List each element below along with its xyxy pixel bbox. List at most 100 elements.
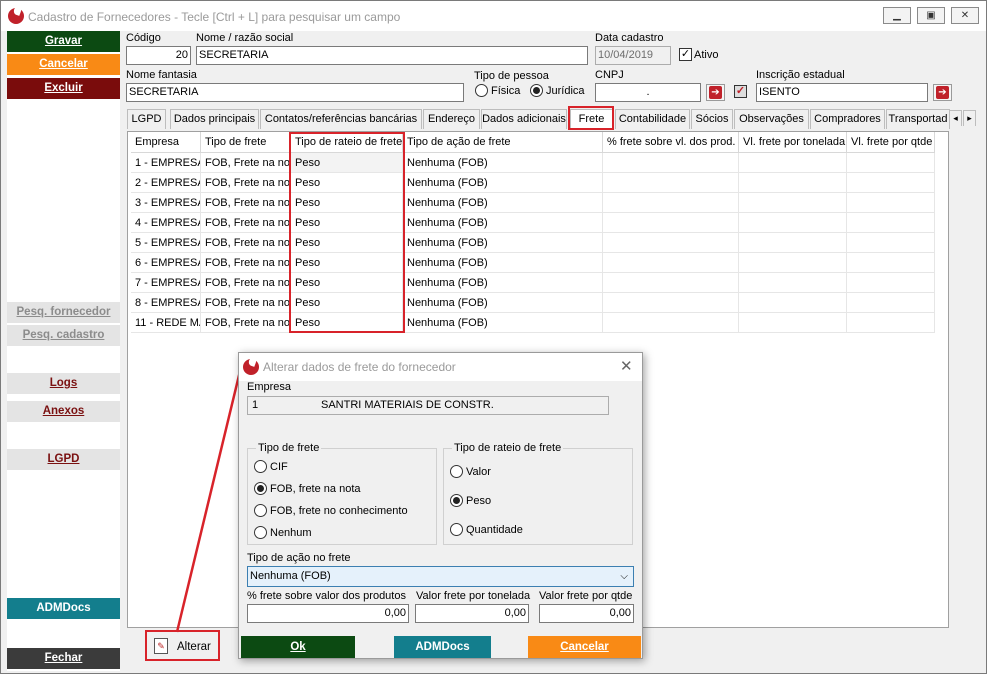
- cell-empresa[interactable]: 6 - EMPRESA: [131, 253, 201, 273]
- cell-empresa[interactable]: 2 - EMPRESA: [131, 173, 201, 193]
- cell-pct[interactable]: [603, 173, 739, 193]
- cell-tonelada[interactable]: [739, 293, 847, 313]
- cell-tipo-frete[interactable]: FOB, Frete na nota: [201, 153, 291, 173]
- tab-transportadoras[interactable]: Transportad: [886, 109, 950, 129]
- dialog-admdocs-button[interactable]: ADMDocs: [394, 636, 491, 658]
- cell-qtde[interactable]: [847, 213, 935, 233]
- cell-acao[interactable]: Nenhuma (FOB): [403, 293, 603, 313]
- cell-pct[interactable]: [603, 193, 739, 213]
- cell-pct[interactable]: [603, 153, 739, 173]
- nome-field[interactable]: SECRETARIA: [196, 46, 588, 65]
- col-vl-tonelada[interactable]: Vl. frete por tonelada: [739, 132, 847, 153]
- cell-pct[interactable]: [603, 273, 739, 293]
- cell-acao[interactable]: Nenhuma (FOB): [403, 213, 603, 233]
- tipo-frete-radio[interactable]: [254, 526, 267, 539]
- rateio-radio[interactable]: [450, 523, 463, 536]
- cell-qtde[interactable]: [847, 313, 935, 333]
- tab-lgpd[interactable]: LGPD: [127, 109, 166, 129]
- cell-tipo-frete[interactable]: FOB, Frete na nota: [201, 273, 291, 293]
- cell-tonelada[interactable]: [739, 313, 847, 333]
- cnpj-check-icon[interactable]: ✓: [734, 85, 747, 98]
- cell-acao[interactable]: Nenhuma (FOB): [403, 233, 603, 253]
- cell-tipo-frete[interactable]: FOB, Frete na nota: [201, 293, 291, 313]
- acao-select[interactable]: Nenhuma (FOB) ⌵: [247, 566, 634, 587]
- cell-empresa[interactable]: 7 - EMPRESA: [131, 273, 201, 293]
- inscricao-estadual-field[interactable]: ISENTO: [756, 83, 928, 102]
- cell-qtde[interactable]: [847, 193, 935, 213]
- cell-qtde[interactable]: [847, 273, 935, 293]
- cell-acao[interactable]: Nenhuma (FOB): [403, 313, 603, 333]
- alterar-button[interactable]: ✎ Alterar: [145, 630, 220, 661]
- tonelada-field[interactable]: 0,00: [415, 604, 529, 623]
- col-vl-qtde[interactable]: Vl. frete por qtde: [847, 132, 935, 153]
- cell-empresa[interactable]: 8 - EMPRESA: [131, 293, 201, 313]
- cell-tonelada[interactable]: [739, 153, 847, 173]
- col-empresa[interactable]: Empresa: [131, 132, 201, 153]
- cell-tonelada[interactable]: [739, 253, 847, 273]
- tab-dados-adicionais[interactable]: Dados adicionais: [481, 109, 567, 129]
- cell-qtde[interactable]: [847, 153, 935, 173]
- rateio-radio[interactable]: [450, 494, 463, 507]
- cell-pct[interactable]: [603, 233, 739, 253]
- cell-empresa[interactable]: 4 - EMPRESA: [131, 213, 201, 233]
- ativo-checkbox[interactable]: ✓: [679, 48, 692, 61]
- cell-qtde[interactable]: [847, 253, 935, 273]
- lgpd-button[interactable]: LGPD: [7, 449, 120, 470]
- cell-pct[interactable]: [603, 313, 739, 333]
- fechar-button[interactable]: Fechar: [7, 648, 120, 669]
- tab-contabilidade[interactable]: Contabilidade: [615, 109, 690, 129]
- tipo-frete-radio[interactable]: [254, 460, 267, 473]
- qtde-field[interactable]: 0,00: [539, 604, 634, 623]
- ie-arrow-icon[interactable]: [933, 84, 952, 101]
- codigo-field[interactable]: 20: [126, 46, 191, 65]
- tipo-frete-radio[interactable]: [254, 482, 267, 495]
- cell-tonelada[interactable]: [739, 273, 847, 293]
- tab-endereco[interactable]: Endereço: [423, 109, 480, 129]
- cell-acao[interactable]: Nenhuma (FOB): [403, 153, 603, 173]
- pesq-fornecedor-button[interactable]: Pesq. fornecedor: [7, 302, 120, 323]
- cnpj-field[interactable]: .: [595, 83, 701, 102]
- col-tipo-frete[interactable]: Tipo de frete: [201, 132, 291, 153]
- cell-qtde[interactable]: [847, 233, 935, 253]
- cell-tipo-frete[interactable]: FOB, Frete na nota: [201, 173, 291, 193]
- dialog-ok-button[interactable]: Ok: [241, 636, 355, 658]
- logs-button[interactable]: Logs: [7, 373, 120, 394]
- cell-tipo-frete[interactable]: FOB, Frete na nota: [201, 313, 291, 333]
- cancelar-button[interactable]: Cancelar: [7, 54, 120, 75]
- cell-qtde[interactable]: [847, 293, 935, 313]
- cell-tipo-frete[interactable]: FOB, Frete na nota: [201, 233, 291, 253]
- tab-compradores[interactable]: Compradores: [810, 109, 885, 129]
- cell-tonelada[interactable]: [739, 213, 847, 233]
- cell-acao[interactable]: Nenhuma (FOB): [403, 193, 603, 213]
- tipo-frete-radio[interactable]: [254, 504, 267, 517]
- cell-pct[interactable]: [603, 253, 739, 273]
- gravar-button[interactable]: Gravar: [7, 31, 120, 52]
- pesq-cadastro-button[interactable]: Pesq. cadastro: [7, 325, 120, 346]
- rateio-radio[interactable]: [450, 465, 463, 478]
- tab-contatos[interactable]: Contatos/referências bancárias: [260, 109, 422, 129]
- cell-tipo-frete[interactable]: FOB, Frete na nota: [201, 213, 291, 233]
- cell-tipo-frete[interactable]: FOB, Frete na nota: [201, 253, 291, 273]
- cell-empresa[interactable]: 3 - EMPRESA: [131, 193, 201, 213]
- fisica-radio[interactable]: [475, 84, 488, 97]
- col-tipo-acao[interactable]: Tipo de ação de frete: [403, 132, 603, 153]
- minimize-button[interactable]: ▁: [883, 7, 911, 24]
- pct-field[interactable]: 0,00: [247, 604, 409, 623]
- cnpj-search-arrow-icon[interactable]: [706, 84, 725, 101]
- tab-scroll-right-icon[interactable]: ▸: [963, 110, 976, 126]
- juridica-radio[interactable]: [530, 84, 543, 97]
- cell-empresa[interactable]: 1 - EMPRESA: [131, 153, 201, 173]
- cell-acao[interactable]: Nenhuma (FOB): [403, 273, 603, 293]
- cell-tonelada[interactable]: [739, 173, 847, 193]
- tab-dados-principais[interactable]: Dados principais: [170, 109, 259, 129]
- anexos-button[interactable]: Anexos: [7, 401, 120, 422]
- dialog-cancelar-button[interactable]: Cancelar: [528, 636, 641, 658]
- close-button[interactable]: ✕: [951, 7, 979, 24]
- cell-tonelada[interactable]: [739, 193, 847, 213]
- cell-acao[interactable]: Nenhuma (FOB): [403, 173, 603, 193]
- cell-tipo-frete[interactable]: FOB, Frete na nota: [201, 193, 291, 213]
- maximize-button[interactable]: ▣: [917, 7, 945, 24]
- tab-socios[interactable]: Sócios: [691, 109, 733, 129]
- col-pct-frete[interactable]: % frete sobre vl. dos prod.: [603, 132, 739, 153]
- nome-fantasia-field[interactable]: SECRETARIA: [126, 83, 464, 102]
